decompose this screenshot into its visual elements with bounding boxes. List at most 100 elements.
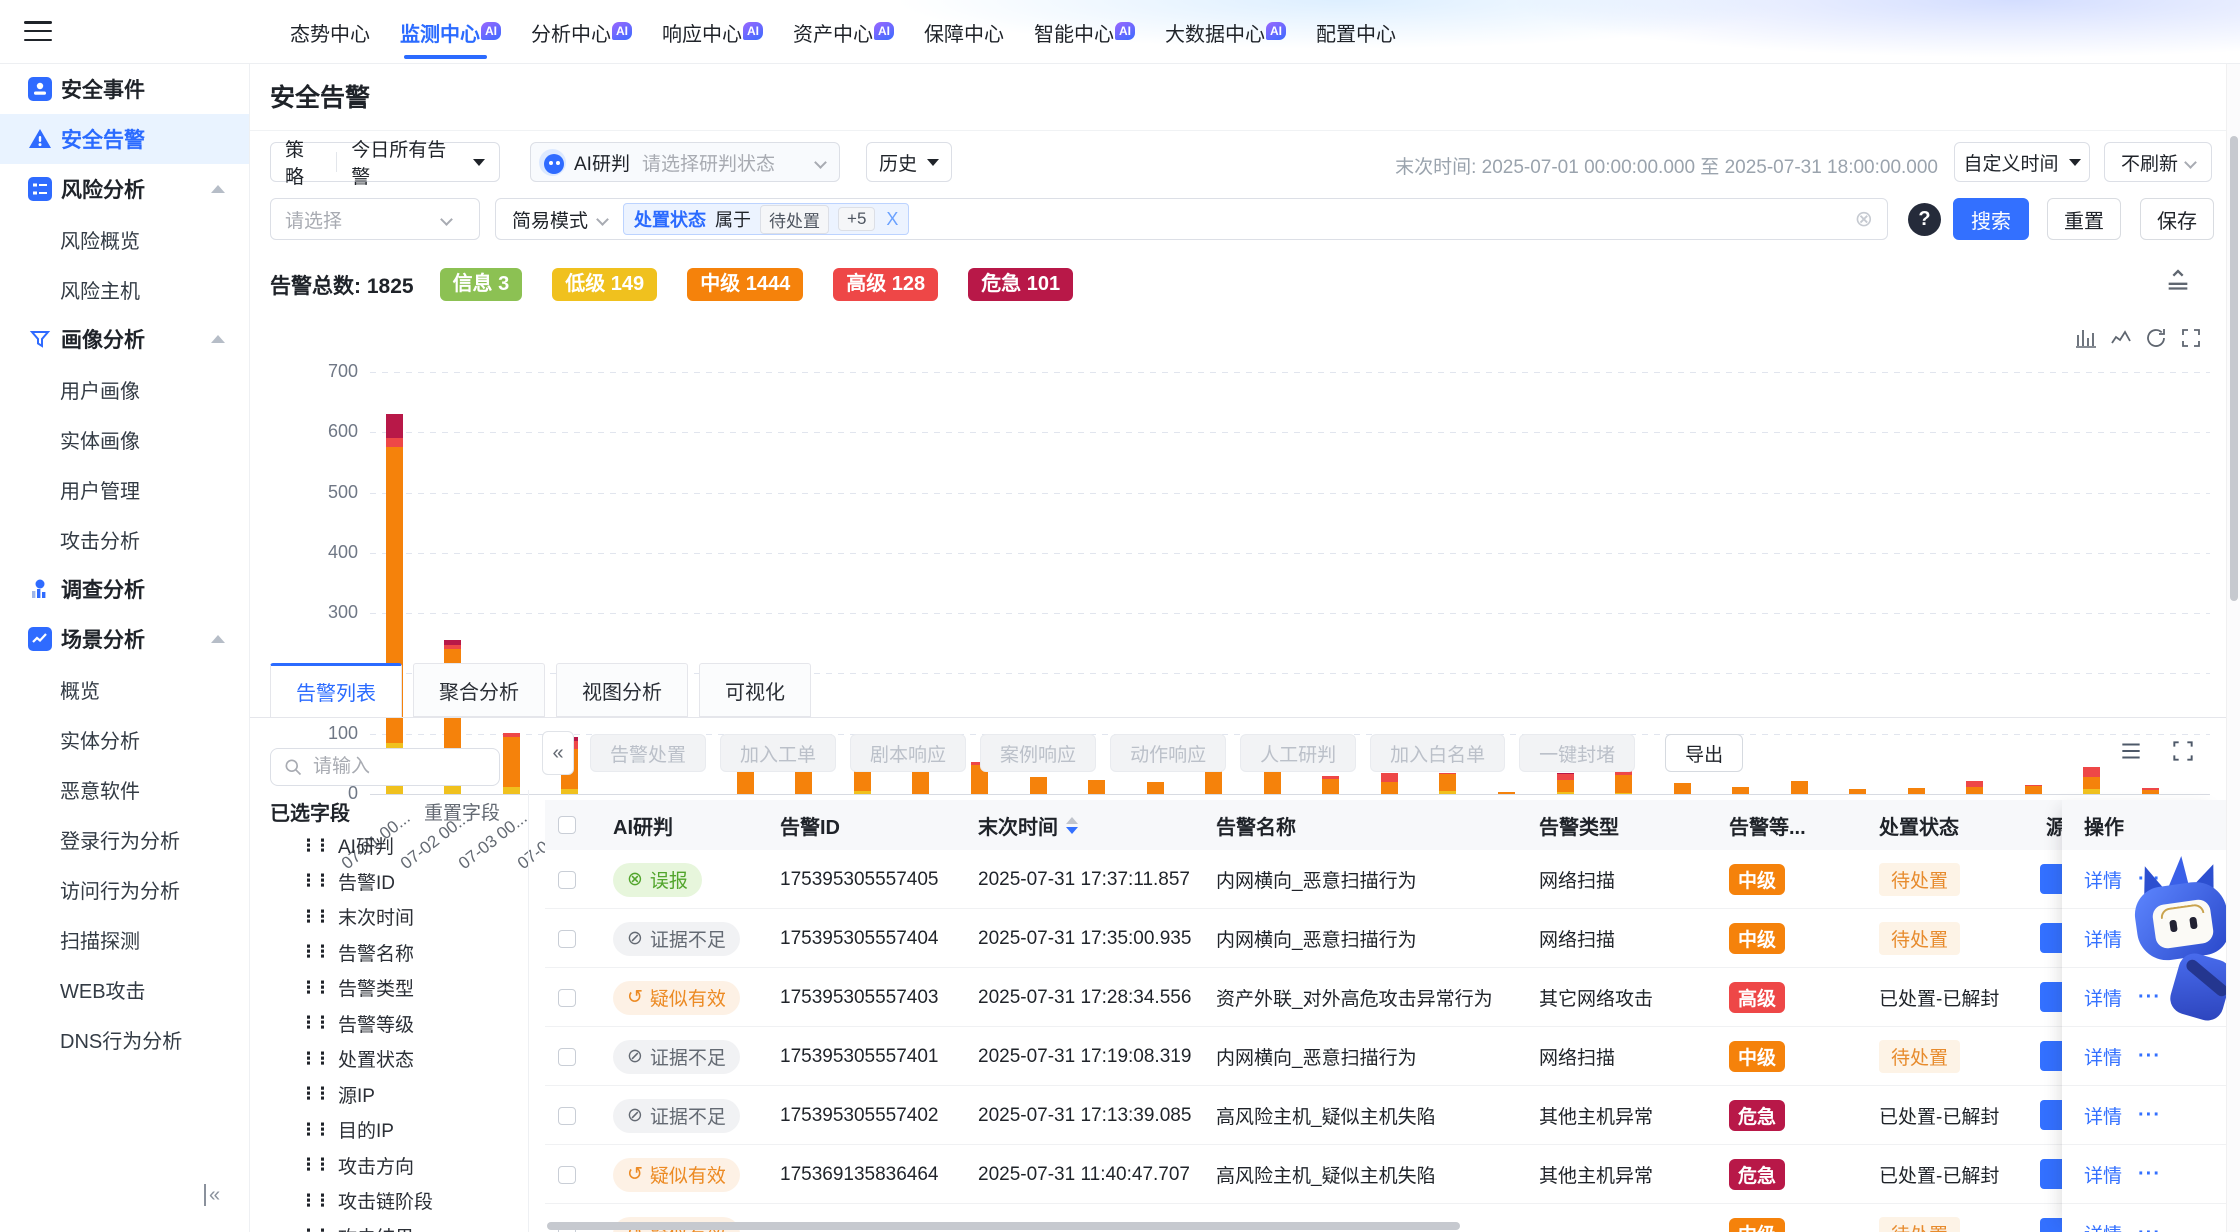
nav-item-2[interactable]: 监测中心AI bbox=[400, 18, 501, 47]
nav-item-4[interactable]: 响应中心AI bbox=[662, 18, 763, 47]
sidebar-item-登录行为分析[interactable]: 登录行为分析 bbox=[0, 814, 249, 864]
sidebar-item-风险分析[interactable]: 风险分析 bbox=[0, 164, 249, 214]
field-item-攻击方向[interactable]: ⋮⋮攻击方向 bbox=[300, 1152, 414, 1179]
tab-可视化[interactable]: 可视化 bbox=[699, 663, 811, 717]
field-item-攻击结果[interactable]: ⋮⋮攻击结果 bbox=[300, 1223, 414, 1232]
detail-link[interactable]: 详情 bbox=[2084, 925, 2122, 952]
field-item-告警类型[interactable]: ⋮⋮告警类型 bbox=[300, 974, 414, 1001]
condition-close-icon[interactable]: X bbox=[886, 209, 898, 230]
field-item-处置状态[interactable]: ⋮⋮处置状态 bbox=[300, 1045, 414, 1072]
ai-verdict-select[interactable]: AI研判 请选择研判状态 bbox=[530, 142, 840, 182]
field-item-攻击链阶段[interactable]: ⋮⋮攻击链阶段 bbox=[300, 1187, 433, 1214]
reset-button[interactable]: 重置 bbox=[2047, 198, 2121, 240]
drag-handle-icon[interactable]: ⋮⋮ bbox=[300, 1049, 328, 1069]
detail-link[interactable]: 详情 bbox=[2084, 1043, 2122, 1070]
field-select[interactable]: 请选择 bbox=[270, 198, 480, 240]
table-row[interactable]: ↺疑似有效1753953055574032025-07-31 17:28:34.… bbox=[545, 968, 2226, 1027]
drag-handle-icon[interactable]: ⋮⋮ bbox=[300, 1191, 328, 1211]
reset-fields-button[interactable]: 重置字段 bbox=[424, 798, 500, 825]
table-row[interactable]: ⊘证据不足1753953055574042025-07-31 17:35:00.… bbox=[545, 909, 2226, 968]
help-icon[interactable]: ? bbox=[1908, 203, 1941, 236]
nav-item-6[interactable]: 保障中心 bbox=[924, 18, 1004, 47]
checkbox-icon[interactable] bbox=[558, 1107, 576, 1125]
nav-item-8[interactable]: 大数据中心AI bbox=[1165, 18, 1286, 47]
detail-link[interactable]: 详情 bbox=[2084, 984, 2122, 1011]
table-fullscreen-icon[interactable] bbox=[2170, 738, 2196, 764]
sidebar-item-画像分析[interactable]: 画像分析 bbox=[0, 314, 249, 364]
collapse-chart-icon[interactable] bbox=[2164, 264, 2192, 292]
tab-视图分析[interactable]: 视图分析 bbox=[556, 663, 688, 717]
checkbox-icon[interactable] bbox=[558, 816, 576, 834]
refresh-mode-select[interactable]: 不刷新 bbox=[2104, 142, 2212, 182]
nav-item-5[interactable]: 资产中心AI bbox=[793, 18, 894, 47]
condition-input[interactable]: 简易模式 处置状态 属于 待处置 +5 X ⊗ bbox=[495, 198, 1888, 240]
sidebar-item-调查分析[interactable]: 调查分析 bbox=[0, 564, 249, 614]
toolbar-button-导出[interactable]: 导出 bbox=[1665, 734, 1743, 772]
sidebar-item-DNS行为分析[interactable]: DNS行为分析 bbox=[0, 1014, 249, 1064]
save-button[interactable]: 保存 bbox=[2140, 198, 2214, 240]
more-actions-icon[interactable]: ··· bbox=[2138, 1104, 2161, 1127]
drag-handle-icon[interactable]: ⋮⋮ bbox=[300, 1226, 328, 1232]
sidebar-item-实体画像[interactable]: 实体画像 bbox=[0, 414, 249, 464]
sidebar-item-用户管理[interactable]: 用户管理 bbox=[0, 464, 249, 514]
nav-item-1[interactable]: 态势中心 bbox=[290, 18, 370, 47]
more-actions-icon[interactable]: ··· bbox=[2138, 1163, 2161, 1186]
drag-handle-icon[interactable]: ⋮⋮ bbox=[300, 942, 328, 962]
more-actions-icon[interactable]: ··· bbox=[2138, 1045, 2161, 1068]
nav-item-3[interactable]: 分析中心AI bbox=[531, 18, 632, 47]
nav-item-9[interactable]: 配置中心 bbox=[1316, 18, 1396, 47]
sidebar-item-安全告警[interactable]: 安全告警 bbox=[0, 114, 249, 164]
checkbox-icon[interactable] bbox=[558, 930, 576, 948]
sidebar-item-场景分析[interactable]: 场景分析 bbox=[0, 614, 249, 664]
clear-input-icon[interactable]: ⊗ bbox=[1855, 206, 1873, 232]
checkbox-icon[interactable] bbox=[558, 871, 576, 889]
sidebar-item-风险概览[interactable]: 风险概览 bbox=[0, 214, 249, 264]
refresh-icon[interactable] bbox=[2144, 326, 2168, 350]
search-button[interactable]: 搜索 bbox=[1953, 198, 2029, 240]
nav-item-7[interactable]: 智能中心AI bbox=[1034, 18, 1135, 47]
drag-handle-icon[interactable]: ⋮⋮ bbox=[300, 1013, 328, 1033]
custom-time-button[interactable]: 自定义时间 bbox=[1954, 142, 2090, 182]
field-item-AI研判[interactable]: ⋮⋮AI研判 bbox=[300, 832, 394, 859]
field-item-源IP[interactable]: ⋮⋮源IP bbox=[300, 1081, 375, 1108]
checkbox-icon[interactable] bbox=[558, 1166, 576, 1184]
collapse-panel-button[interactable]: « bbox=[542, 731, 574, 775]
detail-link[interactable]: 详情 bbox=[2084, 866, 2122, 893]
drag-handle-icon[interactable]: ⋮⋮ bbox=[300, 836, 328, 856]
field-item-末次时间[interactable]: ⋮⋮末次时间 bbox=[300, 903, 414, 930]
history-dropdown-button[interactable]: 历史 bbox=[866, 142, 952, 182]
detail-link[interactable]: 详情 bbox=[2084, 1102, 2122, 1129]
table-row[interactable]: ⊘证据不足1753953055574022025-07-31 17:13:39.… bbox=[545, 1086, 2226, 1145]
sidebar-item-访问行为分析[interactable]: 访问行为分析 bbox=[0, 864, 249, 914]
sidebar-item-用户画像[interactable]: 用户画像 bbox=[0, 364, 249, 414]
condition-more-chip[interactable]: +5 bbox=[838, 207, 875, 231]
fullscreen-icon[interactable] bbox=[2179, 326, 2203, 350]
field-item-告警名称[interactable]: ⋮⋮告警名称 bbox=[300, 939, 414, 966]
policy-select[interactable]: 策略 今日所有告警 bbox=[270, 142, 500, 182]
mode-select-label[interactable]: 简易模式 bbox=[512, 206, 588, 233]
detail-link[interactable]: 详情 bbox=[2084, 1220, 2122, 1232]
sidebar-item-WEB攻击[interactable]: WEB攻击 bbox=[0, 964, 249, 1014]
sidebar-collapse-icon[interactable]: « bbox=[204, 1184, 232, 1206]
line-chart-icon[interactable] bbox=[2109, 326, 2133, 350]
sidebar-item-概览[interactable]: 概览 bbox=[0, 664, 249, 714]
detail-link[interactable]: 详情 bbox=[2084, 1161, 2122, 1188]
table-row[interactable]: ↺疑似有效1753691358364642025-07-31 11:40:47.… bbox=[545, 1145, 2226, 1204]
tab-聚合分析[interactable]: 聚合分析 bbox=[413, 663, 545, 717]
floating-assistant-mascot[interactable] bbox=[2130, 856, 2240, 1036]
field-item-告警ID[interactable]: ⋮⋮告警ID bbox=[300, 868, 395, 895]
column-settings-icon[interactable] bbox=[2118, 738, 2144, 764]
sidebar-item-风险主机[interactable]: 风险主机 bbox=[0, 264, 249, 314]
sort-desc-icon[interactable] bbox=[1066, 827, 1078, 834]
drag-handle-icon[interactable]: ⋮⋮ bbox=[300, 1155, 328, 1175]
vertical-scrollbar-thumb[interactable] bbox=[2230, 136, 2238, 601]
checkbox-icon[interactable] bbox=[558, 989, 576, 1007]
drag-handle-icon[interactable]: ⋮⋮ bbox=[300, 1120, 328, 1140]
tab-告警列表[interactable]: 告警列表 bbox=[270, 663, 402, 718]
sort-asc-icon[interactable] bbox=[1066, 817, 1078, 824]
field-item-告警等级[interactable]: ⋮⋮告警等级 bbox=[300, 1010, 414, 1037]
drag-handle-icon[interactable]: ⋮⋮ bbox=[300, 871, 328, 891]
condition-tag[interactable]: 处置状态 属于 待处置 +5 X bbox=[623, 203, 909, 235]
field-search-input[interactable] bbox=[311, 755, 461, 779]
drag-handle-icon[interactable]: ⋮⋮ bbox=[300, 907, 328, 927]
